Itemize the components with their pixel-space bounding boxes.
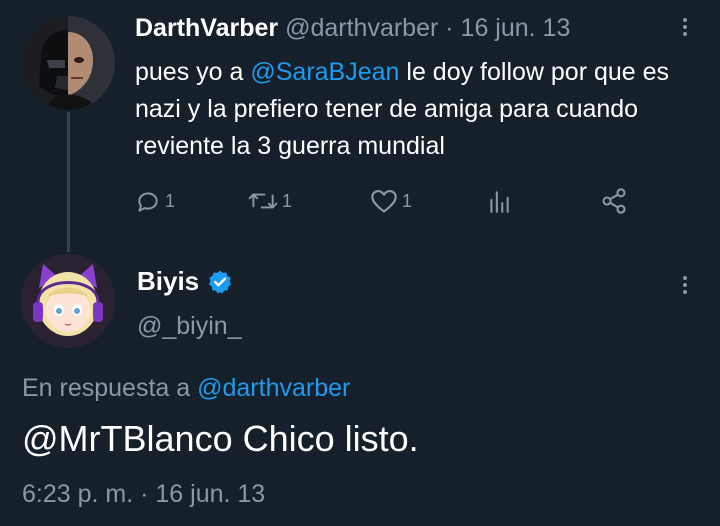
reply-text: @MrTBlanco Chico listo. — [22, 418, 419, 459]
reply-author[interactable]: Biyis — [137, 266, 233, 297]
tweet-actions: 1 1 1 — [135, 186, 695, 216]
like-button[interactable]: 1 — [370, 186, 412, 216]
retweet-icon — [248, 193, 278, 209]
tweet-text: pues yo a @SaraBJean le doy follow por q… — [135, 54, 695, 165]
verified-badge-icon — [209, 270, 232, 294]
anime-avatar-image — [21, 254, 115, 348]
tweet-header: DarthVarber @darthvarber · 16 jun. 13 — [135, 14, 570, 43]
heart-icon — [371, 190, 397, 213]
avatar[interactable] — [21, 16, 115, 110]
share-icon — [602, 188, 626, 214]
more-dot-icon — [683, 18, 687, 22]
display-name[interactable]: DarthVarber — [135, 14, 278, 42]
reply-context-label: En respuesta a — [22, 374, 198, 402]
mention-link[interactable]: @SaraBJean — [250, 58, 399, 86]
parent-tweet[interactable]: DarthVarber @darthvarber · 16 jun. 13 pu… — [0, 0, 720, 250]
more-options-button[interactable] — [673, 12, 697, 42]
reply-count: 1 — [165, 190, 176, 211]
more-dot-icon — [683, 32, 687, 36]
reply-to-link[interactable]: @darthvarber — [197, 374, 350, 402]
analytics-button[interactable] — [486, 186, 512, 216]
like-count: 1 — [402, 190, 413, 211]
reply-icon — [138, 192, 158, 212]
darth-avatar-image — [21, 16, 115, 110]
user-handle[interactable]: @darthvarber — [285, 14, 438, 42]
tweet-text-start: pues yo a — [135, 58, 251, 86]
share-button[interactable] — [600, 186, 628, 216]
reply-button[interactable]: 1 — [135, 186, 175, 216]
header-separator: · — [445, 14, 454, 42]
more-dot-icon — [683, 290, 687, 294]
more-dot-icon — [683, 283, 687, 287]
reply-context: En respuesta a @darthvarber — [22, 374, 350, 403]
analytics-icon — [490, 191, 509, 213]
retweet-count: 1 — [282, 190, 293, 211]
user-handle[interactable]: @_biyin_ — [137, 312, 242, 341]
more-options-button[interactable] — [673, 270, 697, 300]
tweet-date[interactable]: 16 jun. 13 — [461, 14, 571, 42]
more-dot-icon — [683, 276, 687, 280]
retweet-button[interactable]: 1 — [248, 186, 292, 216]
more-dot-icon — [683, 25, 687, 29]
display-name[interactable]: Biyis — [137, 266, 199, 297]
avatar[interactable] — [21, 254, 115, 348]
tweet-timestamp[interactable]: 6:23 p. m. · 16 jun. 13 — [22, 480, 265, 509]
